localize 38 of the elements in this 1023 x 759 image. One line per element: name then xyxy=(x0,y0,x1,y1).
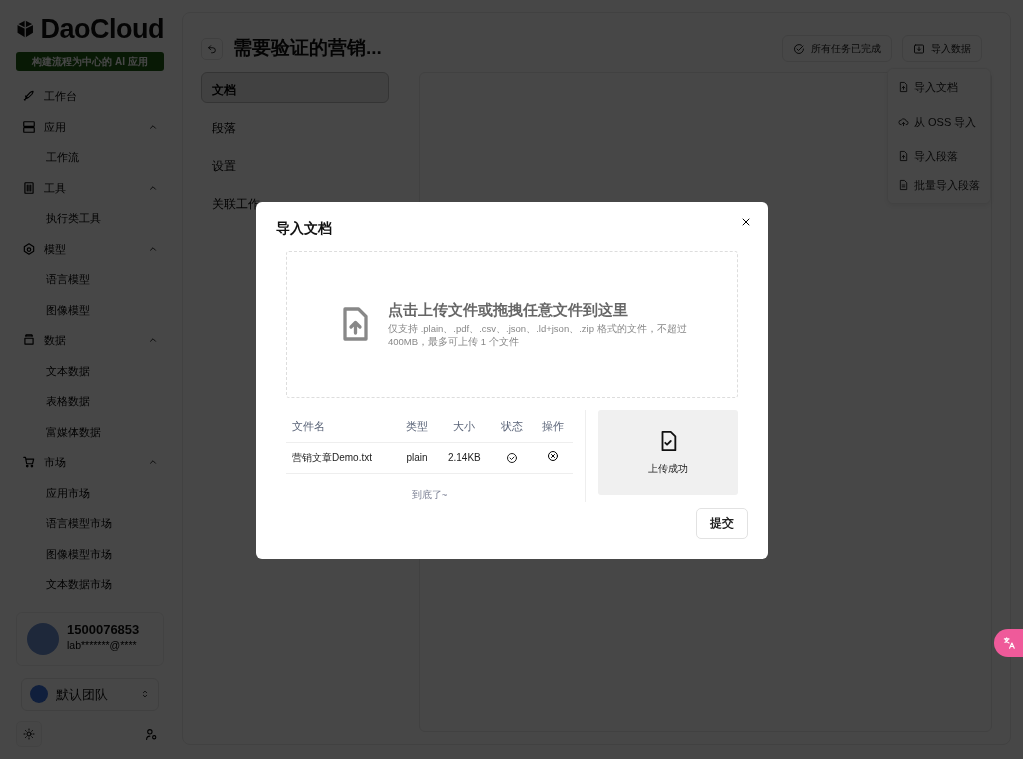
tab[interactable]: 段落 xyxy=(201,110,389,141)
sidebar-item[interactable]: 模型 xyxy=(16,233,164,264)
translate-button[interactable] xyxy=(994,629,1023,657)
translate-icon xyxy=(1001,636,1016,650)
close-icon xyxy=(740,216,752,228)
dropzone-hint: 仅支持 .plain、.pdf、.csv、.json、.ld+json、.zip 格式的文件，不超过 400MB，最多可上传 1 个文件 xyxy=(388,321,688,350)
sidebar-subitem[interactable]: 语言模型市场 xyxy=(16,508,164,539)
user-name: 1500076853 xyxy=(67,623,141,638)
upload-dropzone[interactable]: 点击上传文件或拖拽任意文件到这里 仅支持 .plain、.pdf、.csv、.json、.ld+json、.zip 格式的文件，不超过 400MB，最多可上传 1 个文件 xyxy=(286,250,738,398)
brand-name: DaoCloud xyxy=(40,15,164,43)
sidebar-item[interactable]: 数据 xyxy=(16,325,164,356)
close-circle-icon xyxy=(546,449,559,462)
sidebar-subitem[interactable]: 表格数据 xyxy=(16,386,164,417)
list-end-text: 到底了~ xyxy=(410,487,449,502)
sidebar-subitem[interactable]: 图像模型市场 xyxy=(16,538,164,569)
sidebar-item[interactable]: 应用 xyxy=(16,111,164,142)
column-header: 类型 xyxy=(396,410,438,442)
file-size-cell: 2.14KB xyxy=(437,442,492,473)
sidebar-subitem[interactable]: 文本数据 xyxy=(16,355,164,386)
file-type-cell: plain xyxy=(396,442,438,473)
sidebar-subitem[interactable]: 文本数据市场 xyxy=(16,569,164,600)
tab[interactable]: 关联工作 xyxy=(201,186,389,217)
page-title: 需要验证的营销... xyxy=(233,37,382,60)
remove-file-button[interactable] xyxy=(546,449,559,462)
upload-status-text: 上传成功 xyxy=(648,462,688,476)
file-name-cell: 营销文章Demo.txt xyxy=(286,442,397,473)
sidebar-subitem[interactable]: 图像模型 xyxy=(16,294,164,325)
sidebar-item[interactable]: 市场 xyxy=(16,447,164,478)
dropzone-title: 点击上传文件或拖拽任意文件到这里 xyxy=(388,300,629,320)
submit-button[interactable]: 提交 xyxy=(696,507,748,539)
sidebar-subitem[interactable]: 语言模型 xyxy=(16,264,164,295)
column-header: 操作 xyxy=(532,410,573,442)
user-email: lab*******@**** xyxy=(67,637,138,653)
column-header: 文件名 xyxy=(286,410,397,442)
dialog-title: 导入文档 xyxy=(276,220,333,237)
column-header: 状态 xyxy=(491,410,533,442)
column-header: 大小 xyxy=(437,410,492,442)
sidebar-subitem[interactable]: 应用市场 xyxy=(16,477,164,508)
